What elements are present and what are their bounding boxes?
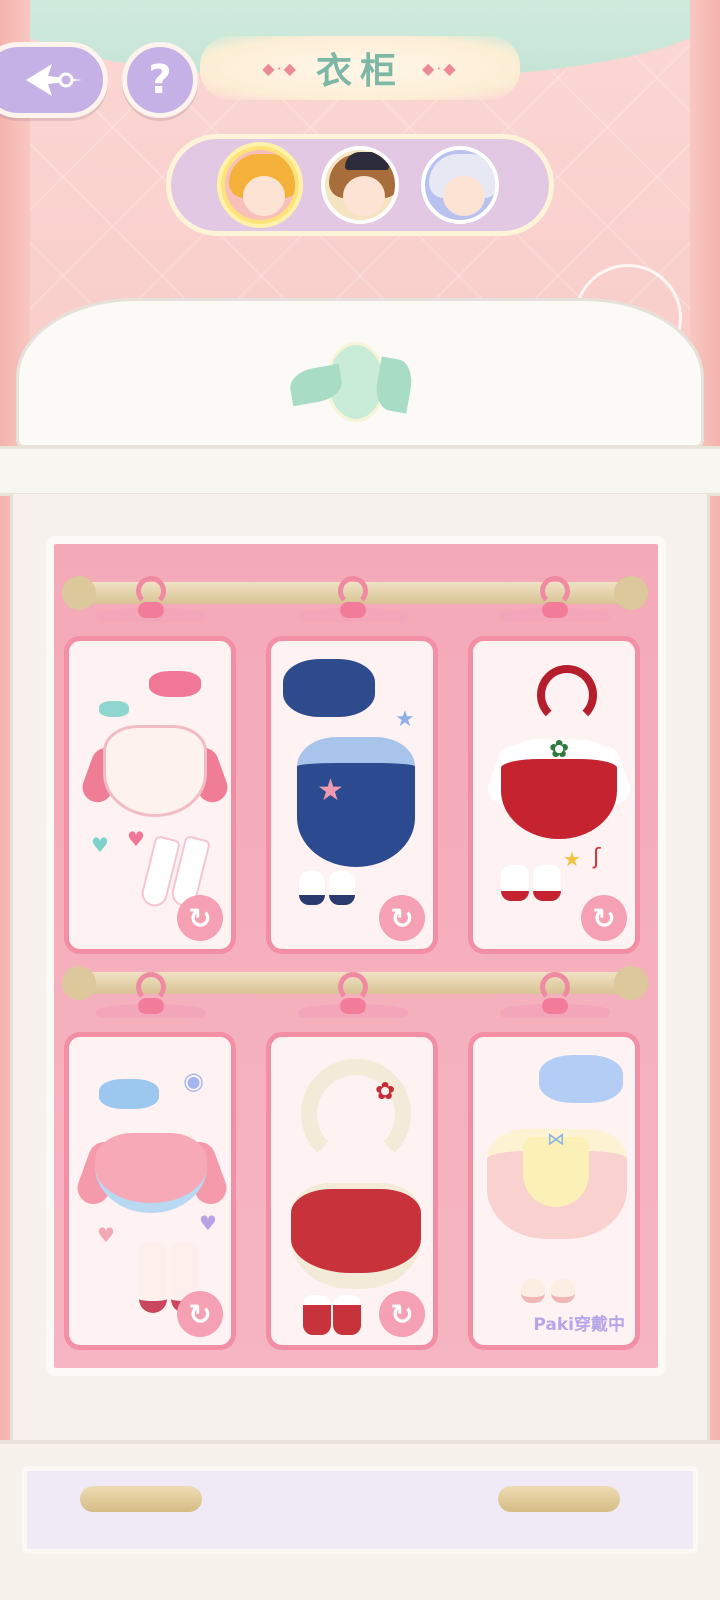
title-ornament-right-icon: ◆·◆ bbox=[422, 58, 458, 78]
outfit-card-pink-sweater-outfit[interactable]: ◉ ♥ ♥ ↻ bbox=[64, 1032, 236, 1350]
title-plaque: ◆·◆ 衣柜 ◆·◆ bbox=[200, 36, 520, 100]
outfit-card-red-christmas-dress[interactable]: ✿ ★ ʃ ↻ bbox=[468, 636, 640, 954]
big-bow-icon bbox=[539, 1055, 623, 1103]
headband-icon bbox=[537, 665, 597, 725]
sweater-icon bbox=[95, 1133, 207, 1213]
page-title: 衣柜 bbox=[315, 50, 404, 92]
hanger-icon bbox=[298, 972, 408, 1024]
flower-icon: ✿ bbox=[375, 1077, 396, 1105]
candy-cane-icon: ʃ bbox=[593, 845, 601, 870]
sock-icon bbox=[139, 1243, 167, 1313]
heart-icon: ♥ bbox=[199, 1211, 217, 1235]
refresh-button[interactable]: ↻ bbox=[177, 1291, 223, 1337]
heart-icon: ♥ bbox=[97, 1223, 115, 1247]
shoe-icon bbox=[521, 1279, 545, 1303]
character-avatar-3[interactable] bbox=[421, 146, 499, 224]
hanger-icon bbox=[500, 972, 610, 1024]
shoe-icon bbox=[299, 871, 325, 905]
dress-icon bbox=[291, 1183, 421, 1289]
dress-icon bbox=[103, 725, 207, 817]
avatar-hat bbox=[345, 152, 389, 170]
character-selector bbox=[166, 134, 554, 236]
heart-icon: ♥ bbox=[91, 833, 109, 857]
back-arrow-icon bbox=[26, 64, 82, 96]
hair-bow-icon bbox=[99, 1079, 159, 1109]
character-avatar-2[interactable] bbox=[321, 146, 399, 224]
wearing-status-label: Paki穿戴中 bbox=[533, 1315, 625, 1335]
drawer-handle bbox=[498, 1486, 620, 1512]
ribbon-icon bbox=[99, 701, 129, 717]
star-icon: ★ bbox=[563, 847, 581, 871]
shoe-icon bbox=[551, 1279, 575, 1303]
refresh-button[interactable]: ↻ bbox=[379, 1291, 425, 1337]
boot-icon bbox=[303, 1295, 331, 1335]
hair-bow-icon bbox=[149, 671, 201, 697]
shoe-icon bbox=[501, 865, 529, 901]
shoe-icon bbox=[329, 871, 355, 905]
dress-icon bbox=[297, 737, 415, 867]
hanger-icon bbox=[96, 576, 206, 628]
bow-icon: ✿ bbox=[549, 735, 570, 763]
avatar-face bbox=[243, 176, 285, 216]
refresh-button[interactable]: ↻ bbox=[379, 895, 425, 941]
outfit-card-pink-sailor-dress[interactable]: ♥ ♥ ↻ bbox=[64, 636, 236, 954]
big-bow-icon bbox=[283, 659, 375, 717]
help-icon: ? bbox=[148, 57, 172, 103]
badge-icon: ◉ bbox=[183, 1067, 204, 1095]
refresh-button[interactable]: ↻ bbox=[581, 895, 627, 941]
shoe-icon bbox=[533, 865, 561, 901]
wardrobe-scene: ? ◆·◆ 衣柜 ◆·◆ ♥ ♥ ↻ ★ ★ ↻ ✿ ★ ʃ ↻ ◉ ♥ ♥ ↻… bbox=[0, 0, 720, 1600]
outfit-card-cream-apron-dress[interactable]: ⋈ Paki穿戴中 bbox=[468, 1032, 640, 1350]
earmuffs-icon bbox=[301, 1059, 411, 1169]
hanger-icon bbox=[500, 576, 610, 628]
back-button[interactable] bbox=[0, 42, 108, 118]
character-avatar-1[interactable] bbox=[221, 146, 299, 224]
hanger-icon bbox=[298, 576, 408, 628]
hanger-icon bbox=[96, 972, 206, 1024]
help-button[interactable]: ? bbox=[122, 42, 198, 118]
avatar-face bbox=[443, 176, 485, 216]
avatar-face bbox=[343, 176, 385, 216]
heart-icon: ♥ bbox=[127, 827, 145, 851]
refresh-button[interactable]: ↻ bbox=[177, 895, 223, 941]
outfit-card-red-winter-dress[interactable]: ✿ ↻ bbox=[266, 1032, 438, 1350]
star-icon: ★ bbox=[395, 707, 415, 732]
title-ornament-left-icon: ◆·◆ bbox=[262, 58, 298, 78]
outfit-card-navy-star-dress[interactable]: ★ ★ ↻ bbox=[266, 636, 438, 954]
wardrobe-cornice bbox=[0, 446, 720, 496]
boot-icon bbox=[333, 1295, 361, 1335]
star-wand-icon: ★ bbox=[317, 773, 344, 808]
drawer-handle bbox=[80, 1486, 202, 1512]
bow-icon: ⋈ bbox=[547, 1129, 565, 1150]
